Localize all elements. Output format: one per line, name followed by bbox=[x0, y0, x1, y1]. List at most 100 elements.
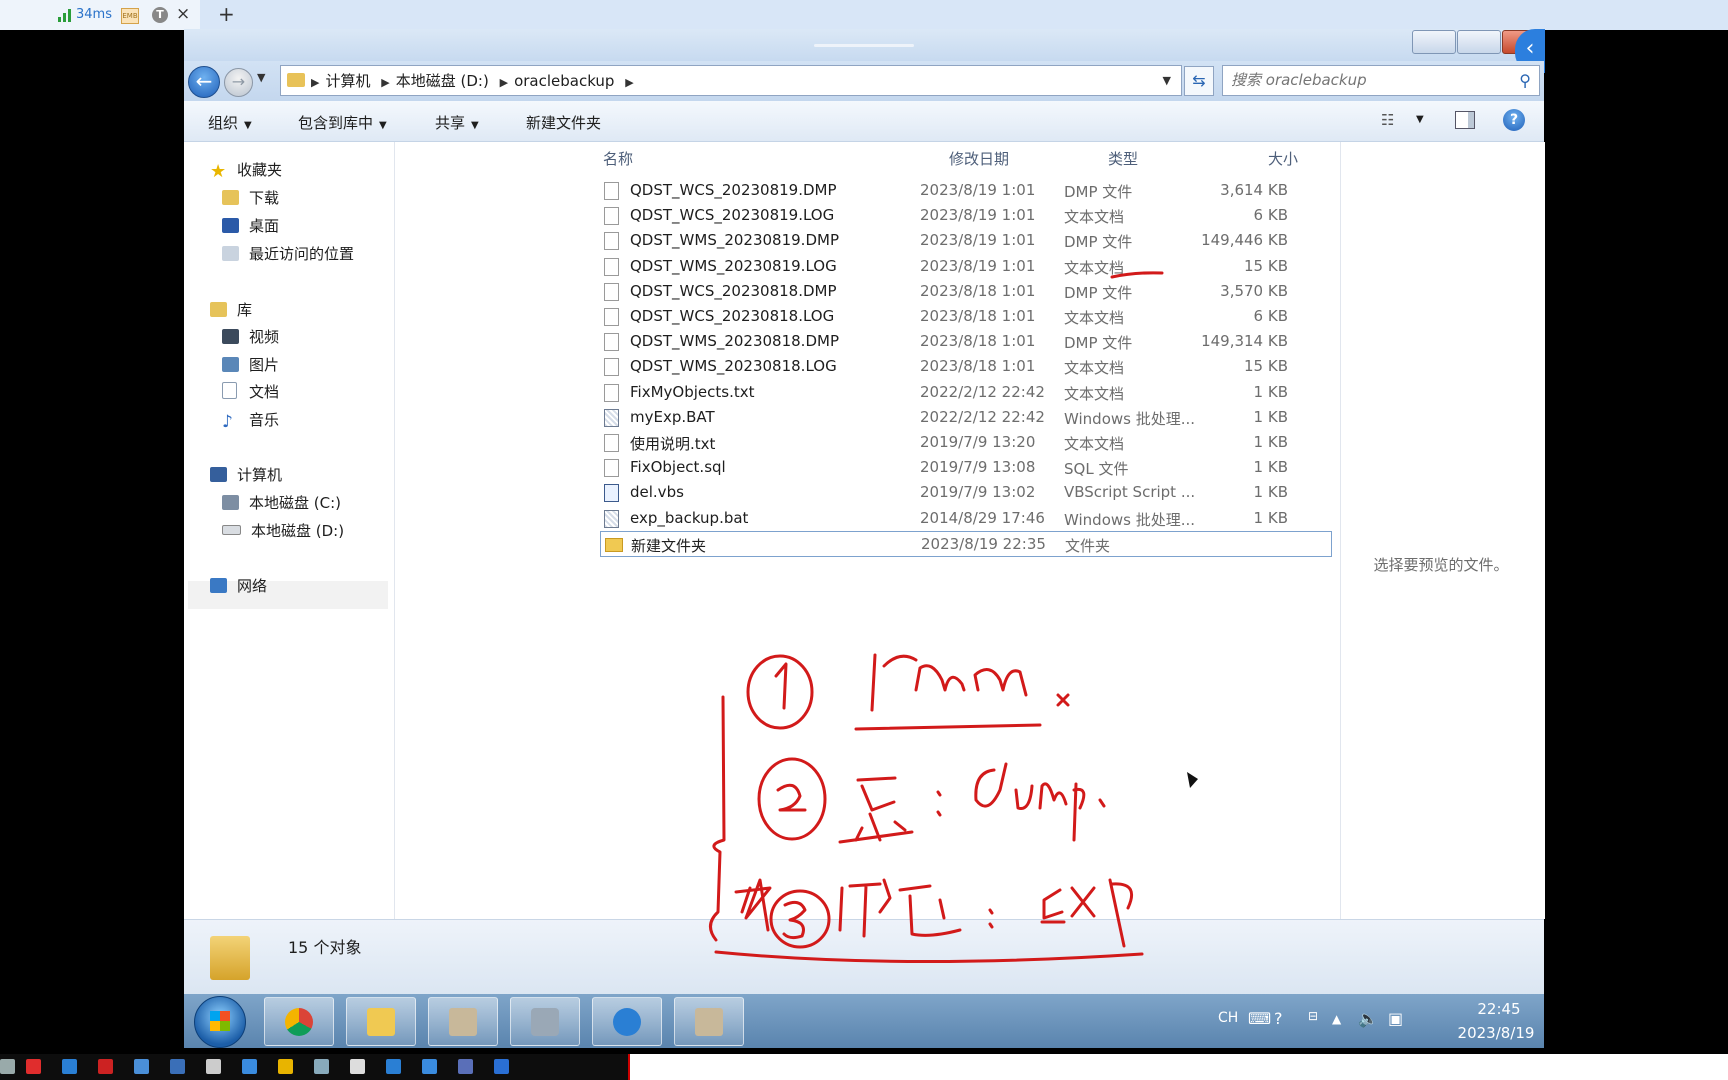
batch-file-icon bbox=[604, 509, 619, 528]
help-tray-icon[interactable]: ? bbox=[1274, 1009, 1283, 1028]
nav-item-desktop[interactable]: 桌面 bbox=[222, 215, 279, 236]
file-row[interactable]: QDST_WMS_20230819.DMP 2023/8/19 1:01 DMP 文… bbox=[600, 228, 1332, 254]
taskbar-oracle-tool-1[interactable] bbox=[428, 997, 498, 1046]
show-hidden-icons-icon[interactable]: ▲ bbox=[1332, 1012, 1341, 1026]
file-row[interactable]: QDST_WMS_20230819.LOG 2023/8/19 1:01 文本文档 1… bbox=[600, 254, 1332, 280]
new-folder-button[interactable]: 新建文件夹 bbox=[526, 112, 601, 133]
nav-network[interactable]: 网络 bbox=[210, 575, 267, 596]
breadcrumb-computer[interactable]: 计算机 bbox=[325, 72, 370, 90]
host-app-icon[interactable] bbox=[98, 1059, 113, 1074]
maximize-button[interactable] bbox=[1457, 30, 1501, 54]
title-bar[interactable] bbox=[184, 29, 1544, 61]
breadcrumb-oraclebackup[interactable]: oraclebackup bbox=[514, 72, 614, 90]
host-app-icon[interactable] bbox=[314, 1059, 329, 1074]
nav-item-downloads[interactable]: 下载 bbox=[222, 187, 279, 208]
host-app-icon[interactable] bbox=[242, 1059, 257, 1074]
host-app-icon[interactable] bbox=[458, 1059, 473, 1074]
start-button[interactable] bbox=[194, 996, 246, 1048]
breadcrumb-separator-icon[interactable]: ▶ bbox=[311, 76, 319, 89]
host-app-icon[interactable] bbox=[170, 1059, 185, 1074]
input-language[interactable]: CH bbox=[1218, 1010, 1238, 1026]
file-row[interactable]: 使用说明.txt 2019/7/9 13:20 文本文档 1 KB bbox=[600, 430, 1332, 456]
organize-button[interactable]: 组织 ▼ bbox=[208, 112, 252, 133]
network-tray-icon[interactable]: ▣ bbox=[1388, 1009, 1403, 1028]
history-dropdown-icon[interactable]: ▼ bbox=[257, 71, 265, 84]
nav-item-recent[interactable]: 最近访问的位置 bbox=[222, 243, 354, 264]
folder-row[interactable]: 新建文件夹 2023/8/19 22:35 文件夹 bbox=[600, 530, 1332, 557]
file-modified: 2023/8/18 1:01 bbox=[920, 307, 1036, 325]
file-modified: 2023/8/19 22:35 bbox=[921, 534, 1046, 553]
minimize-button[interactable] bbox=[1412, 30, 1456, 54]
file-row[interactable]: QDST_WCS_20230819.DMP 2023/8/19 1:01 DMP 文… bbox=[600, 178, 1332, 204]
nav-item-documents[interactable]: 文档 bbox=[222, 381, 279, 402]
host-settings-icon[interactable] bbox=[206, 1059, 221, 1074]
column-header-type[interactable]: 类型 bbox=[1108, 148, 1138, 169]
refresh-button[interactable]: ⇆ bbox=[1184, 66, 1214, 96]
nav-item-videos[interactable]: 视频 bbox=[222, 326, 279, 347]
column-header-size[interactable]: 大小 bbox=[1268, 148, 1298, 169]
chrome-icon bbox=[285, 1008, 313, 1036]
address-bar[interactable]: ▶ 计算机 ▶ 本地磁盘 (D:) ▶ oraclebackup ▶ ▼ bbox=[280, 65, 1182, 96]
host-app-icon[interactable] bbox=[134, 1059, 149, 1074]
column-header-modified[interactable]: 修改日期 bbox=[949, 148, 1009, 169]
host-app-icon[interactable] bbox=[422, 1059, 437, 1074]
nav-item-music[interactable]: ♪ 音乐 bbox=[222, 409, 279, 432]
forward-button[interactable]: → bbox=[224, 68, 253, 97]
search-icon[interactable]: ⚲ bbox=[1519, 71, 1531, 90]
taskbar-ie[interactable] bbox=[592, 997, 662, 1046]
host-chrome-icon[interactable] bbox=[278, 1059, 293, 1074]
nav-item-drive-d[interactable]: 本地磁盘 (D:) bbox=[222, 520, 344, 541]
file-row[interactable]: QDST_WMS_20230818.LOG 2023/8/18 1:01 文本文档 1… bbox=[600, 354, 1332, 380]
file-row[interactable]: QDST_WCS_20230818.LOG 2023/8/18 1:01 文本文档 6… bbox=[600, 304, 1332, 330]
search-input[interactable] bbox=[1231, 71, 1501, 89]
file-icon bbox=[604, 207, 619, 226]
taskbar-oracle-tool-2[interactable] bbox=[674, 997, 744, 1046]
help-button[interactable]: ? bbox=[1503, 109, 1525, 131]
host-app-icon[interactable] bbox=[26, 1059, 41, 1074]
breadcrumb-separator-icon[interactable]: ▶ bbox=[500, 76, 508, 89]
close-tab-button[interactable]: × bbox=[176, 4, 190, 24]
clock-time[interactable]: 22:45 bbox=[1459, 1000, 1539, 1018]
host-app-icon[interactable] bbox=[350, 1059, 365, 1074]
column-header-name[interactable]: 名称 bbox=[603, 148, 633, 169]
file-row[interactable]: QDST_WCS_20230818.DMP 2023/8/18 1:01 DMP 文… bbox=[600, 279, 1332, 305]
chevron-down-icon[interactable]: ▼ bbox=[1416, 114, 1424, 125]
nav-item-pictures[interactable]: 图片 bbox=[222, 354, 279, 375]
host-app-icon[interactable] bbox=[494, 1059, 509, 1074]
breadcrumb-separator-icon[interactable]: ▶ bbox=[381, 76, 389, 89]
file-row[interactable]: exp_backup.bat 2014/8/29 17:46 Windows 批处理… bbox=[600, 506, 1332, 532]
options-tray-icon[interactable]: ⊟ bbox=[1308, 1009, 1318, 1023]
host-app-icon[interactable] bbox=[386, 1059, 401, 1074]
nav-computer[interactable]: 计算机 bbox=[210, 464, 282, 485]
taskbar-explorer[interactable] bbox=[346, 997, 416, 1046]
nav-favorites[interactable]: ★ 收藏夹 bbox=[210, 159, 282, 182]
volume-icon[interactable]: 🔈 bbox=[1358, 1009, 1378, 1028]
nav-item-drive-c[interactable]: 本地磁盘 (C:) bbox=[222, 492, 341, 513]
search-box[interactable]: ⚲ bbox=[1222, 65, 1540, 96]
back-button[interactable]: ← bbox=[188, 66, 220, 98]
music-icon: ♪ bbox=[222, 412, 233, 432]
host-app-icon[interactable] bbox=[0, 1059, 15, 1074]
file-row[interactable]: QDST_WMS_20230818.DMP 2023/8/18 1:01 DMP 文… bbox=[600, 329, 1332, 355]
network-icon bbox=[210, 578, 227, 593]
nav-libraries[interactable]: 库 bbox=[210, 299, 252, 320]
view-options-icon[interactable]: ☷ bbox=[1381, 111, 1394, 129]
include-library-button[interactable]: 包含到库中 ▼ bbox=[298, 112, 387, 133]
file-row[interactable]: myExp.BAT 2022/2/12 22:42 Windows 批处理... 1 … bbox=[600, 405, 1332, 431]
share-button[interactable]: 共享 ▼ bbox=[435, 112, 479, 133]
preview-pane-toggle[interactable] bbox=[1455, 111, 1475, 129]
file-row[interactable]: del.vbs 2019/7/9 13:02 VBScript Script ...… bbox=[600, 480, 1332, 506]
clock-date[interactable]: 2023/8/19 bbox=[1446, 1024, 1546, 1042]
file-row[interactable]: FixMyObjects.txt 2022/2/12 22:42 文本文档 1 KB bbox=[600, 380, 1332, 406]
user-avatar[interactable]: T bbox=[152, 7, 168, 23]
host-app-icon[interactable] bbox=[62, 1059, 77, 1074]
new-tab-button[interactable]: + bbox=[218, 2, 235, 26]
keyboard-icon[interactable]: ⌨ bbox=[1248, 1009, 1271, 1028]
taskbar-database[interactable] bbox=[510, 997, 580, 1046]
breadcrumb-drive-d[interactable]: 本地磁盘 (D:) bbox=[396, 72, 489, 90]
address-dropdown-icon[interactable]: ▼ bbox=[1163, 74, 1171, 87]
breadcrumb-separator-icon[interactable]: ▶ bbox=[625, 76, 633, 89]
file-row[interactable]: FixObject.sql 2019/7/9 13:08 SQL 文件 1 KB bbox=[600, 455, 1332, 481]
file-row[interactable]: QDST_WCS_20230819.LOG 2023/8/19 1:01 文本文档 6… bbox=[600, 203, 1332, 229]
taskbar-chrome[interactable] bbox=[264, 997, 334, 1046]
